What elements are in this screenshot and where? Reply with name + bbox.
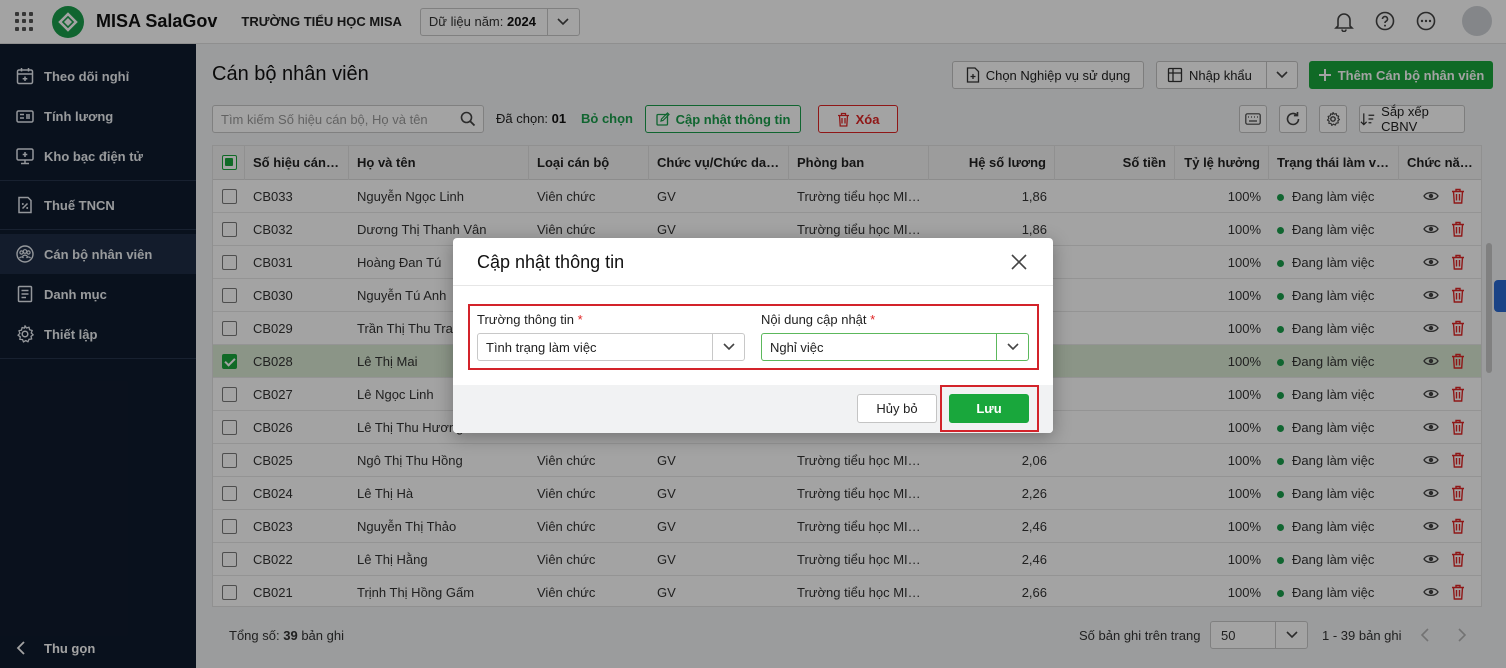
chevron-down-icon[interactable] — [996, 334, 1028, 360]
dialog-title: Cập nhật thông tin — [477, 252, 625, 272]
field-info-label-text: Trường thông tin — [477, 312, 574, 327]
chevron-down-icon[interactable] — [712, 334, 744, 360]
cancel-label: Hủy bỏ — [876, 401, 918, 416]
update-content-value: Nghỉ việc — [770, 339, 824, 355]
save-label: Lưu — [976, 401, 1002, 416]
required-mark: * — [870, 312, 876, 327]
field-info-value: Tình trạng làm việc — [486, 339, 597, 355]
update-content-label: Nội dung cập nhật * — [761, 312, 875, 327]
dialog-footer: Hủy bỏ Lưu — [453, 385, 1053, 433]
field-info-label: Trường thông tin * — [477, 312, 583, 327]
update-content-label-text: Nội dung cập nhật — [761, 312, 867, 327]
close-icon[interactable] — [1009, 252, 1029, 272]
save-button[interactable]: Lưu — [949, 394, 1029, 423]
update-info-dialog: Cập nhật thông tin Trường thông tin * Tì… — [453, 238, 1053, 433]
update-content-select[interactable]: Nghỉ việc — [761, 333, 1029, 361]
field-info-select[interactable]: Tình trạng làm việc — [477, 333, 745, 361]
cancel-button[interactable]: Hủy bỏ — [857, 394, 937, 423]
required-mark: * — [577, 312, 583, 327]
